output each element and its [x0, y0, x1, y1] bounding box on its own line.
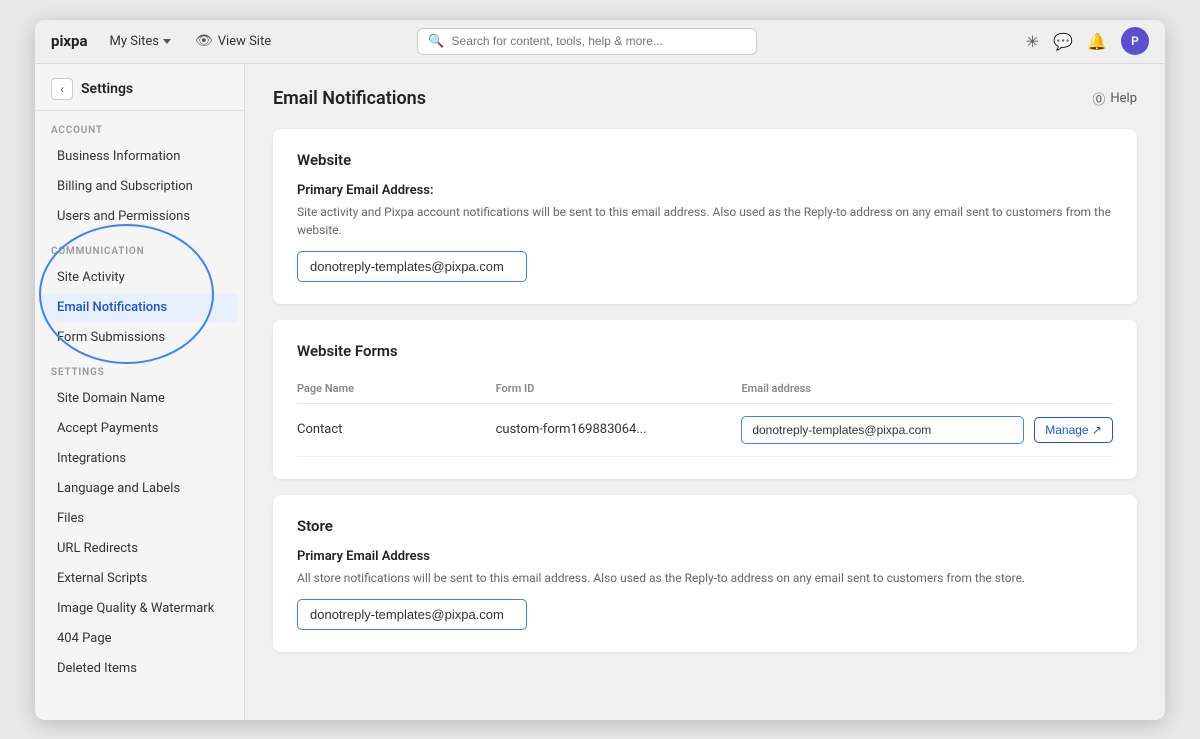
account-section-label: ACCOUNT [35, 111, 244, 141]
primary-email-label: Primary Email Address: [297, 183, 1113, 198]
view-site-button[interactable]: 👁 View Site [189, 29, 277, 53]
bell-icon[interactable]: 🔔 [1087, 32, 1107, 51]
sidebar-item-form-submissions[interactable]: Form Submissions [41, 323, 238, 352]
forms-table: Page Name Form ID Email address Contact … [297, 374, 1113, 457]
eye-icon: 👁 [195, 33, 213, 49]
settings-section-label: SETTINGS [35, 353, 244, 383]
page-title: Email Notifications [273, 88, 426, 109]
sidebar-item-integrations[interactable]: Integrations [41, 444, 238, 473]
cell-action: Manage ↗ [1034, 417, 1113, 443]
sidebar-title: Settings [81, 81, 133, 97]
website-forms-card-title: Website Forms [297, 342, 1113, 360]
col-action [1034, 382, 1113, 395]
website-card-title: Website [297, 151, 1113, 169]
back-button[interactable]: ‹ [51, 78, 73, 100]
sidebar-item-external-scripts[interactable]: External Scripts [41, 564, 238, 593]
sidebar-header: ‹ Settings [35, 64, 244, 111]
help-icon: ⓪ [1092, 89, 1105, 108]
search-bar[interactable]: 🔍 [417, 28, 757, 55]
sidebar-item-users-permissions[interactable]: Users and Permissions [41, 202, 238, 231]
store-primary-email-label: Primary Email Address [297, 549, 1113, 564]
sidebar-item-accept-payments[interactable]: Accept Payments [41, 414, 238, 443]
table-header: Page Name Form ID Email address [297, 374, 1113, 404]
store-card-title: Store [297, 517, 1113, 535]
cell-email [741, 416, 1024, 444]
website-primary-email-input[interactable] [297, 251, 527, 282]
sidebar-item-billing-subscription[interactable]: Billing and Subscription [41, 172, 238, 201]
browser-window: pixpa My Sites 👁 View Site 🔍 ✳ 💬 🔔 P [35, 20, 1165, 720]
sidebar-item-404-page[interactable]: 404 Page [41, 624, 238, 653]
chat-icon[interactable]: 💬 [1053, 32, 1073, 51]
sidebar-item-url-redirects[interactable]: URL Redirects [41, 534, 238, 563]
logo: pixpa [51, 32, 88, 50]
main-area: ‹ Settings ACCOUNT Business Information … [35, 64, 1165, 720]
store-card: Store Primary Email Address All store no… [273, 495, 1137, 652]
avatar[interactable]: P [1121, 27, 1149, 55]
sidebar: ‹ Settings ACCOUNT Business Information … [35, 64, 245, 720]
sidebar-item-email-notifications[interactable]: Email Notifications [41, 293, 238, 322]
form-email-input[interactable] [741, 416, 1024, 444]
top-bar: pixpa My Sites 👁 View Site 🔍 ✳ 💬 🔔 P [35, 20, 1165, 64]
sun-icon[interactable]: ✳ [1026, 32, 1039, 51]
cell-form-id: custom-form169883064... [496, 422, 732, 437]
sidebar-item-site-domain-name[interactable]: Site Domain Name [41, 384, 238, 413]
top-bar-right: ✳ 💬 🔔 P [1026, 27, 1149, 55]
website-card: Website Primary Email Address: Site acti… [273, 129, 1137, 304]
primary-email-description: Site activity and Pixpa account notifica… [297, 203, 1113, 239]
sidebar-item-deleted-items[interactable]: Deleted Items [41, 654, 238, 683]
manage-button[interactable]: Manage ↗ [1034, 417, 1113, 443]
cell-page-name: Contact [297, 422, 486, 437]
sidebar-item-image-quality-watermark[interactable]: Image Quality & Watermark [41, 594, 238, 623]
help-button[interactable]: ⓪ Help [1092, 89, 1137, 108]
sidebar-item-site-activity[interactable]: Site Activity [41, 263, 238, 292]
col-form-id: Form ID [496, 382, 732, 395]
chevron-down-icon [163, 39, 171, 44]
website-forms-card: Website Forms Page Name Form ID Email ad… [273, 320, 1137, 479]
search-input[interactable] [452, 34, 747, 48]
sidebar-item-business-information[interactable]: Business Information [41, 142, 238, 171]
communication-section-label: COMMUNICATION [35, 232, 244, 262]
my-sites-button[interactable]: My Sites [104, 30, 177, 53]
sidebar-item-files[interactable]: Files [41, 504, 238, 533]
table-row: Contact custom-form169883064... Manage ↗ [297, 404, 1113, 457]
search-icon: 🔍 [428, 34, 444, 49]
content-header: Email Notifications ⓪ Help [273, 88, 1137, 109]
store-primary-email-description: All store notifications will be sent to … [297, 569, 1113, 587]
col-email-address: Email address [741, 382, 1024, 395]
store-primary-email-input[interactable] [297, 599, 527, 630]
col-page-name: Page Name [297, 382, 486, 395]
communication-section: COMMUNICATION Site Activity Email Notifi… [35, 232, 244, 352]
main-content: Email Notifications ⓪ Help Website Prima… [245, 64, 1165, 720]
sidebar-item-language-labels[interactable]: Language and Labels [41, 474, 238, 503]
